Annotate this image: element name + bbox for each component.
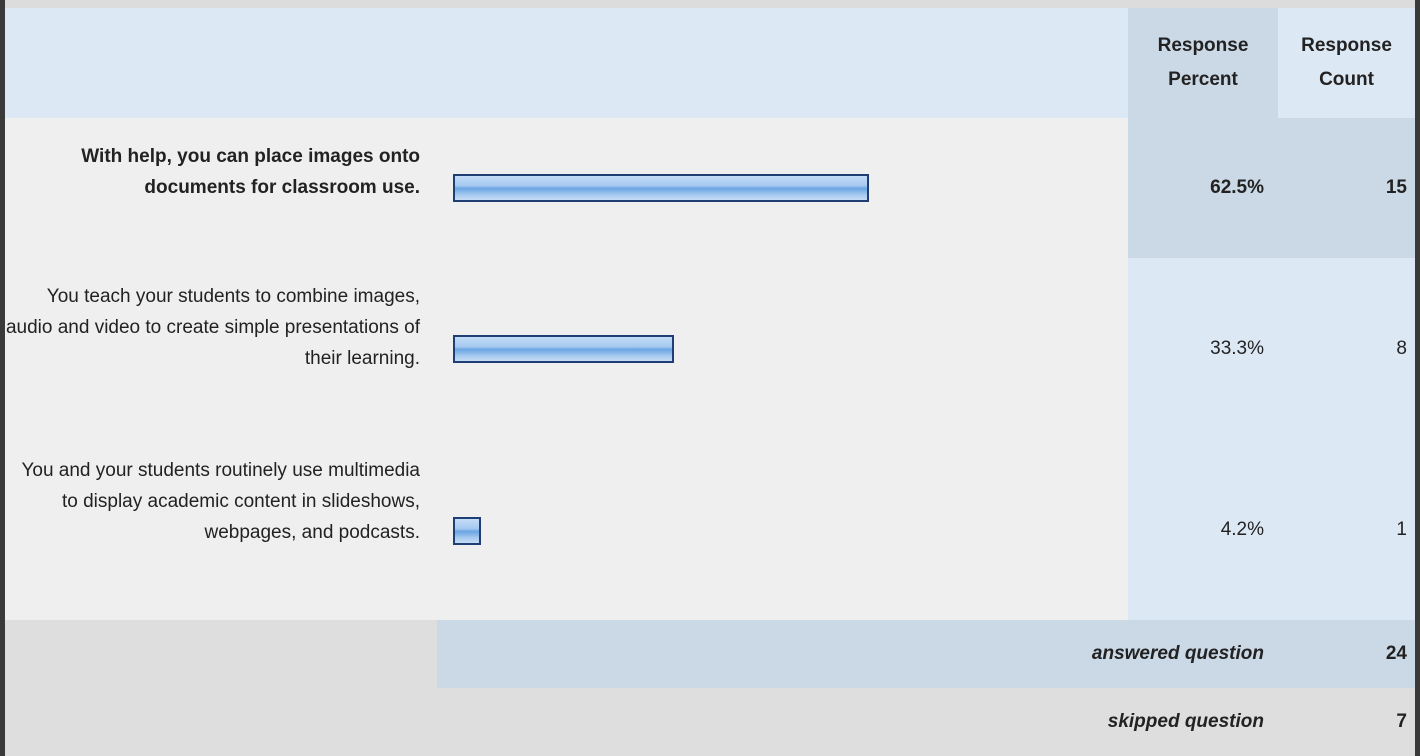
answer-percent: 62.5% [1210, 177, 1264, 198]
answer-row: You teach your students to combine image… [5, 258, 1415, 439]
answer-count: 1 [1396, 518, 1407, 540]
answer-bar [453, 517, 481, 545]
answer-count: 8 [1396, 337, 1407, 359]
response-count-header-line2: Count [1319, 69, 1374, 90]
answer-count: 15 [1385, 177, 1407, 198]
answer-row: You and your students routinely use mult… [5, 439, 1415, 620]
answer-label: You and your students routinely use mult… [21, 460, 420, 543]
answer-bar [453, 335, 674, 363]
bar-track [453, 335, 869, 363]
skipped-label: skipped question [1107, 711, 1264, 732]
answered-label: answered question [1091, 643, 1264, 664]
skipped-value: 7 [1396, 711, 1407, 732]
answer-label: With help, you can place images onto doc… [81, 146, 420, 198]
answer-row: With help, you can place images onto doc… [5, 118, 1415, 258]
response-percent-header-line2: Percent [1168, 69, 1238, 90]
answer-percent: 4.2% [1220, 518, 1264, 540]
answered-row: answered question 24 [5, 620, 1415, 688]
answer-percent: 33.3% [1210, 337, 1264, 359]
skipped-row: skipped question 7 [5, 688, 1415, 756]
bar-track [453, 174, 869, 202]
answer-label: You teach your students to combine image… [5, 286, 420, 369]
response-percent-header-line1: Response [1157, 35, 1249, 56]
response-percent-header: Response Percent [1128, 8, 1278, 118]
response-count-header-line1: Response [1301, 35, 1392, 56]
response-count-header: Response Count [1278, 8, 1415, 118]
top-strip [5, 0, 1415, 8]
answer-bar [453, 174, 869, 202]
answered-value: 24 [1385, 643, 1407, 664]
bar-track [453, 517, 869, 545]
